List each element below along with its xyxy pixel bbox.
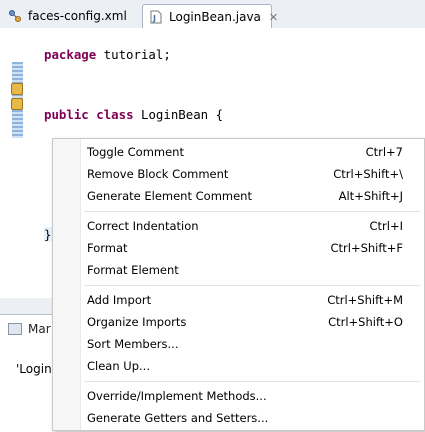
menu-separator	[84, 211, 420, 212]
menu-item-organize-imports[interactable]: Organize Imports Ctrl+Shift+O	[53, 311, 424, 333]
tab-faces-config[interactable]: faces-config.xml	[2, 4, 140, 28]
menu-separator	[84, 381, 420, 382]
markers-icon	[8, 323, 22, 335]
menu-item-sort-members[interactable]: Sort Members...	[53, 333, 424, 355]
tab-label: LoginBean.java	[169, 10, 261, 24]
menu-item-remove-block-comment[interactable]: Remove Block Comment Ctrl+Shift+\	[53, 163, 424, 185]
code-line-package: package tutorial;	[44, 47, 171, 62]
menu-item-toggle-comment[interactable]: Toggle Comment Ctrl+7	[53, 141, 424, 163]
markers-content: 'Login	[16, 362, 52, 376]
menu-item-format-element[interactable]: Format Element	[53, 259, 424, 281]
code-line-class: public class LoginBean {	[44, 107, 224, 122]
editor-tab-bar: faces-config.xml J LoginBean.java ✕	[0, 0, 425, 29]
menu-item-generate-getters-setters[interactable]: Generate Getters and Setters...	[53, 407, 424, 429]
menu-separator	[84, 285, 420, 286]
tab-label: Mar	[28, 322, 51, 336]
source-context-menu: Toggle Comment Ctrl+7 Remove Block Comme…	[52, 138, 425, 431]
menu-item-correct-indentation[interactable]: Correct Indentation Ctrl+I	[53, 215, 424, 237]
warning-icon	[11, 98, 23, 110]
tab-loginbean-java[interactable]: J LoginBean.java ✕	[142, 4, 278, 29]
warning-icon	[11, 83, 23, 95]
svg-text:J: J	[152, 14, 156, 23]
menu-item-clean-up[interactable]: Clean Up...	[53, 355, 424, 377]
menu-item-add-import[interactable]: Add Import Ctrl+Shift+M	[53, 289, 424, 311]
menu-item-format[interactable]: Format Ctrl+Shift+F	[53, 237, 424, 259]
java-file-icon: J	[149, 10, 163, 24]
tab-markers[interactable]: Mar	[8, 319, 51, 339]
menu-item-generate-element-comment[interactable]: Generate Element Comment Alt+Shift+J	[53, 185, 424, 207]
xml-file-icon	[8, 9, 22, 23]
close-icon[interactable]: ✕	[269, 11, 278, 24]
tab-label: faces-config.xml	[28, 9, 127, 23]
menu-item-override-implement-methods[interactable]: Override/Implement Methods...	[53, 385, 424, 407]
